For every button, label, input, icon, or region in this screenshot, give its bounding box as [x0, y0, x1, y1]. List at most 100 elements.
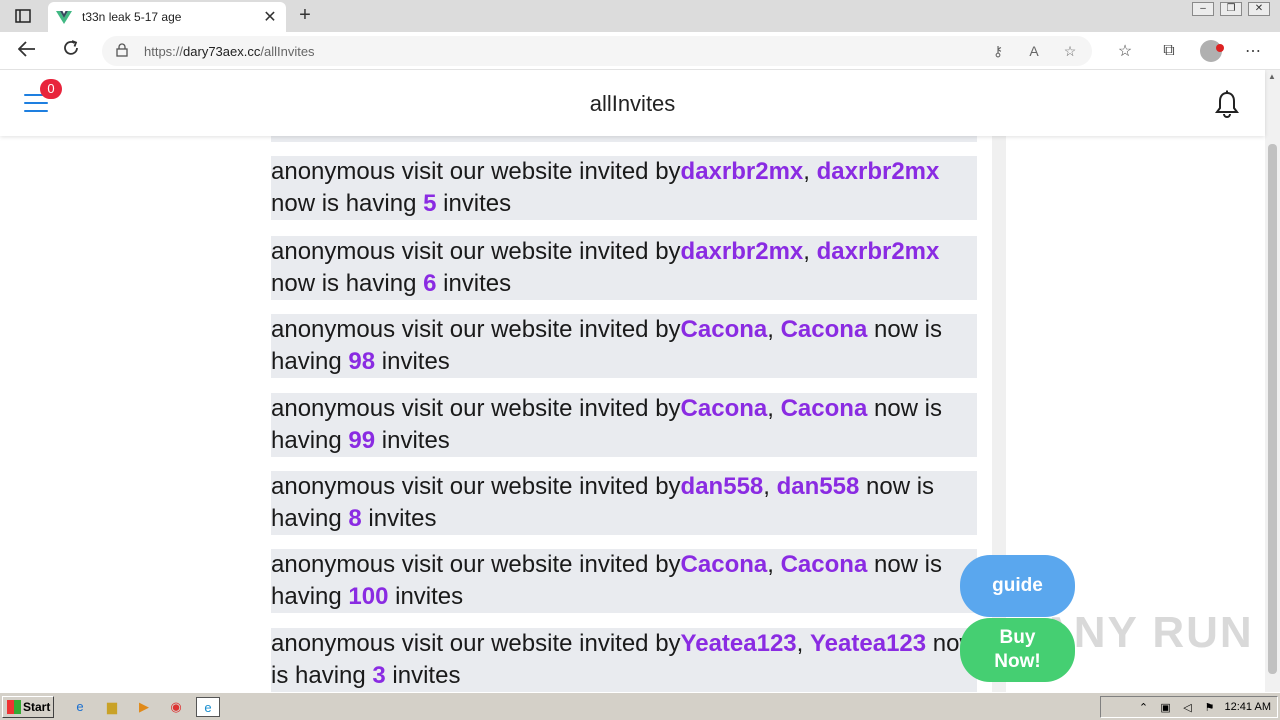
back-button[interactable] — [14, 39, 40, 63]
buy-now-label-line2: Now! — [994, 651, 1041, 672]
page-scrollbar[interactable]: ▲ — [1265, 70, 1280, 692]
user-name[interactable]: Cacona — [781, 551, 868, 578]
address-bar-icons: ⚷ A ☆ — [988, 43, 1080, 60]
start-label: Start — [23, 700, 51, 714]
entry-text: invites — [385, 662, 461, 689]
entry-text: anonymous visit our website invited by — [271, 473, 681, 500]
entry-text: now is having — [271, 190, 424, 217]
refresh-button[interactable] — [58, 39, 84, 63]
invite-count: 100 — [348, 583, 389, 610]
quick-launch: e ▆ ▶ ◉ e — [68, 697, 220, 717]
buy-now-label-line1: Buy — [999, 627, 1036, 648]
ie-icon[interactable]: e — [68, 697, 92, 717]
add-favorite-icon[interactable]: ☆ — [1060, 43, 1080, 60]
inviter-name[interactable]: Cacona — [681, 551, 768, 578]
collections-icon[interactable]: ⧉ — [1156, 42, 1182, 60]
entry-text: anonymous visit our website invited by — [271, 551, 681, 578]
edge-icon[interactable]: e — [196, 697, 220, 717]
app-header: 0 allInvites — [0, 70, 1265, 136]
user-name[interactable]: daxrbr2mx — [817, 158, 940, 185]
user-name[interactable]: Yeatea123 — [810, 630, 926, 657]
window-controls: – ❐ ✕ — [1192, 2, 1270, 16]
entry-text: anonymous visit our website invited by — [271, 158, 681, 185]
list-item: anonymous visit our website invited byCa… — [271, 314, 977, 378]
invite-count: 6 — [423, 270, 437, 297]
list-item: anonymous visit our website invited byda… — [271, 156, 977, 220]
lock-icon[interactable] — [114, 42, 130, 60]
read-aloud-icon[interactable]: A — [1024, 43, 1044, 60]
profile-avatar[interactable] — [1200, 40, 1224, 62]
tab-close-icon[interactable]: ✕ — [262, 7, 278, 27]
inviter-name[interactable]: daxrbr2mx — [681, 158, 804, 185]
system-tray: ⌃ ▣ ◁ ⚑ 12:41 AM — [1100, 696, 1278, 718]
inviter-name[interactable]: Cacona — [681, 316, 768, 343]
tab-title: t33n leak 5-17 age — [82, 10, 182, 24]
back-arrow-icon — [17, 41, 35, 57]
entry-text: now is having — [271, 270, 424, 297]
user-name[interactable]: Cacona — [781, 395, 868, 422]
scroll-up-icon[interactable]: ▲ — [1268, 72, 1276, 81]
list-item: anonymous visit our website invited byYe… — [271, 628, 977, 692]
clock[interactable]: 12:41 AM — [1225, 701, 1271, 713]
start-button[interactable]: Start — [2, 696, 54, 718]
new-tab-button[interactable]: + — [294, 5, 316, 27]
tray-expand-icon[interactable]: ⌃ — [1137, 701, 1151, 714]
list-item: anonymous visit our website invited byCa… — [271, 549, 977, 613]
entry-text: invites — [388, 583, 464, 610]
explorer-folder-icon[interactable]: ▆ — [100, 697, 124, 717]
favorites-icon[interactable]: ☆ — [1112, 41, 1138, 61]
entry-text: anonymous visit our website invited by — [271, 395, 681, 422]
invite-count: 3 — [372, 662, 386, 689]
user-name[interactable]: dan558 — [777, 473, 860, 500]
list-item: anonymous visit our website invited byda… — [271, 236, 977, 300]
list-item: anonymous visit our website invited byda… — [271, 471, 977, 535]
list-item: anonymous visit our website invited byCa… — [271, 393, 977, 457]
user-name[interactable]: Cacona — [781, 316, 868, 343]
url-text[interactable]: https://dary73aex.cc/allInvites — [144, 44, 988, 59]
entry-text: invites — [375, 427, 450, 454]
toolbar-actions: ☆ ⧉ ⋯ — [1112, 40, 1266, 62]
user-name[interactable]: daxrbr2mx — [817, 238, 940, 265]
inviter-name[interactable]: dan558 — [681, 473, 764, 500]
browser-toolbar: https://dary73aex.cc/allInvites ⚷ A ☆ ☆ … — [0, 32, 1280, 70]
restore-button[interactable]: ❐ — [1220, 2, 1242, 16]
windows-taskbar: Start e ▆ ▶ ◉ e ⌃ ▣ ◁ ⚑ 12:41 AM — [0, 692, 1280, 720]
volume-icon[interactable]: ◁ — [1181, 701, 1195, 714]
url-scheme: https:// — [144, 43, 184, 59]
inviter-name[interactable]: daxrbr2mx — [681, 238, 804, 265]
media-player-icon[interactable]: ▶ — [132, 697, 156, 717]
buy-now-button[interactable]: Buy Now! — [960, 618, 1075, 682]
scrollbar-thumb[interactable] — [1268, 144, 1277, 674]
minimize-button[interactable]: – — [1192, 2, 1214, 16]
tab-actions-icon[interactable] — [12, 6, 34, 26]
windows-logo-icon — [7, 700, 21, 714]
entry-text: invites — [375, 348, 450, 375]
invite-count: 98 — [348, 348, 376, 375]
entry-text: invites — [436, 190, 512, 217]
invite-count: 8 — [348, 505, 362, 532]
invite-count: 99 — [348, 427, 376, 454]
browser-tab-active[interactable]: t33n leak 5-17 age ✕ — [48, 2, 286, 32]
page-viewport: anonymous visit our website invited byda… — [0, 70, 1280, 692]
inviter-name[interactable]: Cacona — [681, 395, 768, 422]
invite-count: 5 — [423, 190, 437, 217]
url-path: /allInvites — [260, 43, 315, 59]
inviter-name[interactable]: Yeatea123 — [681, 630, 797, 657]
browser-tab-strip: t33n leak 5-17 age ✕ + – ❐ ✕ — [0, 0, 1280, 32]
bell-icon[interactable] — [1214, 90, 1240, 118]
chrome-icon[interactable]: ◉ — [164, 697, 188, 717]
close-window-button[interactable]: ✕ — [1248, 2, 1270, 16]
entry-text: invites — [436, 270, 512, 297]
vue-favicon-icon — [56, 11, 72, 24]
address-bar[interactable]: https://dary73aex.cc/allInvites ⚷ A ☆ — [102, 36, 1092, 66]
more-menu-icon[interactable]: ⋯ — [1240, 41, 1266, 61]
flag-icon[interactable]: ⚑ — [1203, 701, 1217, 714]
refresh-icon — [64, 40, 78, 55]
entry-text: invites — [361, 505, 437, 532]
guide-button[interactable]: guide — [960, 555, 1075, 617]
network-icon[interactable]: ▣ — [1159, 701, 1173, 714]
page-title: allInvites — [589, 91, 676, 116]
entry-text: anonymous visit our website invited by — [271, 238, 681, 265]
url-host: dary73aex.cc — [183, 43, 261, 59]
key-icon[interactable]: ⚷ — [988, 43, 1008, 60]
